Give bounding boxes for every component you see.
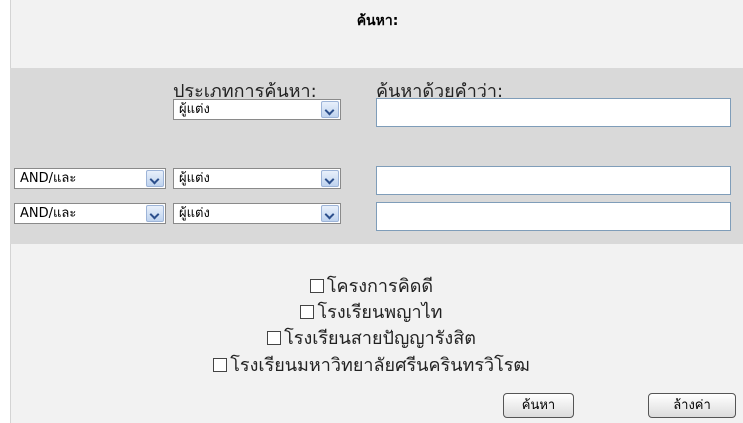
collection-label-1: โครงการคิดดี bbox=[326, 276, 434, 297]
collection-label-3: โรงเรียนสายปัญญารังสิต bbox=[284, 328, 476, 349]
field-select-1[interactable]: ผู้แต่ง bbox=[173, 99, 341, 120]
collection-option-3[interactable]: โรงเรียนสายปัญญารังสิต bbox=[0, 323, 743, 352]
clear-button[interactable]: ล้างค่า bbox=[648, 393, 736, 418]
field-select-3[interactable]: ผู้แต่ง bbox=[173, 203, 341, 224]
query-input-3[interactable] bbox=[376, 202, 731, 231]
field-select-3-value: ผู้แต่ง bbox=[179, 206, 210, 221]
field-select-1-value: ผู้แต่ง bbox=[179, 102, 210, 117]
operator-select-2[interactable]: AND/และ bbox=[14, 168, 166, 189]
chevron-down-icon[interactable] bbox=[146, 205, 164, 222]
collection-label-2: โรงเรียนพญาไท bbox=[317, 302, 443, 323]
chevron-down-icon[interactable] bbox=[321, 170, 339, 187]
search-button[interactable]: ค้นหา bbox=[503, 393, 574, 418]
checkbox[interactable] bbox=[267, 331, 282, 345]
checkbox[interactable] bbox=[213, 358, 228, 372]
field-select-2[interactable]: ผู้แต่ง bbox=[173, 168, 341, 189]
operator-select-3-value: AND/และ bbox=[20, 206, 77, 221]
collection-option-1[interactable]: โครงการคิดดี bbox=[0, 271, 743, 300]
chevron-down-icon[interactable] bbox=[321, 101, 339, 118]
chevron-down-icon[interactable] bbox=[146, 170, 164, 187]
operator-select-2-value: AND/และ bbox=[20, 171, 77, 186]
form-title: ค้นหา: bbox=[356, 13, 399, 29]
operator-select-3[interactable]: AND/และ bbox=[14, 203, 166, 224]
checkbox[interactable] bbox=[309, 279, 324, 293]
collection-label-4: โรงเรียนมหาวิทยาลัยศรีนครินทรวิโรฒ bbox=[230, 355, 530, 376]
checkbox[interactable] bbox=[300, 305, 315, 319]
field-select-2-value: ผู้แต่ง bbox=[179, 171, 210, 186]
chevron-down-icon[interactable] bbox=[321, 205, 339, 222]
collection-option-2[interactable]: โรงเรียนพญาไท bbox=[0, 297, 743, 326]
query-input-1[interactable] bbox=[376, 98, 731, 127]
collection-option-4[interactable]: โรงเรียนมหาวิทยาลัยศรีนครินทรวิโรฒ bbox=[0, 350, 743, 379]
query-input-2[interactable] bbox=[376, 166, 731, 195]
